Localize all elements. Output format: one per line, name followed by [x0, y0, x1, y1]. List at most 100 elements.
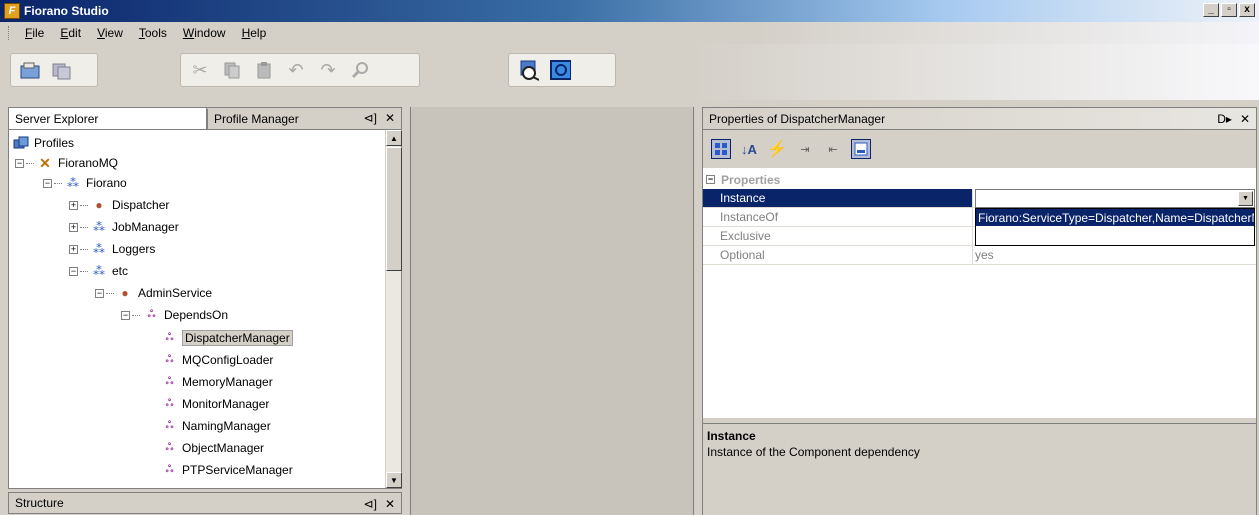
collapse-icon[interactable]: − [69, 266, 78, 276]
tree-label: PTPServiceManager [182, 463, 293, 477]
tree-scrollbar[interactable]: ▲ ▼ [385, 130, 402, 488]
toolbar-group-edit: ✂ ↶ ↷ [180, 53, 420, 87]
dropdown-option[interactable]: Fiorano:ServiceType=Dispatcher,Name=Disp… [976, 209, 1254, 226]
collapse-icon[interactable]: − [43, 178, 52, 188]
menu-help[interactable]: Help [234, 26, 275, 40]
tree-label: MemoryManager [182, 375, 273, 389]
property-name: Instance [703, 189, 973, 208]
pin-icon[interactable]: ⊲] [364, 497, 377, 511]
minimize-button[interactable]: _ [1203, 3, 1219, 17]
property-row-optional[interactable]: Optional yes [703, 246, 1256, 265]
menu-tools[interactable]: Tools [131, 26, 175, 40]
tree-label: AdminService [138, 286, 213, 300]
paste-icon[interactable] [253, 59, 275, 81]
copy-icon[interactable] [221, 59, 243, 81]
dependency-icon: ஃ [165, 354, 174, 365]
scroll-thumb[interactable] [386, 147, 402, 271]
explorer-panel: Server Explorer Profile Manager ⊲] ✕ Pro… [8, 107, 402, 489]
collapse-icon[interactable]: − [15, 158, 24, 168]
tree-node-etc[interactable]: − ⁂ etc [69, 262, 128, 280]
property-name: Exclusive [703, 227, 973, 246]
server-x-icon: ✕ [39, 154, 51, 171]
tree-label: DispatcherManager [182, 330, 293, 346]
categorized-icon[interactable] [711, 139, 731, 159]
find-icon[interactable] [349, 59, 371, 81]
pin-icon[interactable]: ⊲] [364, 111, 377, 125]
dependency-icon: ஃ [165, 376, 174, 387]
tree-label: Loggers [112, 242, 156, 256]
tree-node-profiles[interactable]: Profiles [13, 134, 74, 152]
category-row[interactable]: − Properties [703, 170, 1256, 189]
tree-node-namingmanager[interactable]: ஃ NamingManager [161, 417, 271, 435]
tree-label: FioranoMQ [58, 156, 119, 170]
collapse-icon[interactable]: − [706, 175, 715, 184]
dropdown-option[interactable] [976, 226, 1254, 243]
expand-icon[interactable]: + [69, 222, 78, 232]
dock-icon[interactable]: D▸ [1217, 112, 1232, 126]
tree-node-objectmanager[interactable]: ஃ ObjectManager [161, 439, 264, 457]
tree-node-adminservice[interactable]: − ● AdminService [95, 284, 212, 302]
properties-toolbar: ↓A ⚡ ⇥ ⇤ [707, 134, 871, 164]
tab-server-explorer[interactable]: Server Explorer [9, 108, 207, 129]
redo-icon[interactable]: ↷ [317, 59, 339, 81]
tree-node-ptpservicemanager[interactable]: ஃ PTPServiceManager [161, 461, 293, 479]
tree-node-mqconfigloader[interactable]: ஃ MQConfigLoader [161, 351, 274, 369]
expand-icon[interactable]: + [69, 244, 78, 254]
cluster-icon: ⁂ [93, 220, 105, 234]
cut-icon[interactable]: ✂ [189, 59, 211, 81]
collapse-icon[interactable]: − [95, 288, 104, 298]
menu-window[interactable]: Window [175, 26, 234, 40]
dependency-icon: ஃ [165, 442, 174, 453]
profiles-icon [13, 135, 29, 151]
tree-node-jobmanager[interactable]: + ⁂ JobManager [69, 218, 179, 236]
menu-file[interactable]: File [17, 26, 52, 40]
close-icon[interactable]: ✕ [1240, 112, 1250, 126]
close-icon[interactable]: ✕ [385, 111, 395, 125]
connect-icon[interactable] [517, 59, 539, 81]
lightning-icon[interactable]: ⚡ [767, 139, 787, 159]
title-bar: F Fiorano Studio _ ▫ x [0, 0, 1259, 22]
tree-node-fioranomq[interactable]: − ✕ FioranoMQ [15, 154, 118, 172]
window-title: Fiorano Studio [24, 4, 109, 18]
cluster-icon: ⁂ [93, 242, 105, 256]
instance-dropdown[interactable]: ▼ [975, 189, 1255, 208]
open-icon[interactable] [19, 59, 41, 81]
description-icon[interactable] [851, 139, 871, 159]
scroll-up-icon[interactable]: ▲ [386, 130, 402, 146]
expand-all-icon[interactable]: ⇥ [795, 139, 815, 159]
collapse-icon[interactable]: − [121, 310, 130, 320]
server-icon[interactable] [549, 59, 571, 81]
save-all-icon[interactable] [51, 59, 73, 81]
tree-node-loggers[interactable]: + ⁂ Loggers [69, 240, 155, 258]
tree-node-dependson[interactable]: − ஃ DependsOn [121, 306, 228, 324]
property-name: InstanceOf [703, 208, 973, 227]
structure-title: Structure [15, 496, 64, 510]
structure-panel-header[interactable]: Structure ⊲] ✕ [8, 492, 402, 514]
undo-icon[interactable]: ↶ [285, 59, 307, 81]
tree-label: Dispatcher [112, 198, 170, 212]
scroll-down-icon[interactable]: ▼ [386, 472, 402, 488]
chevron-down-icon[interactable]: ▼ [1238, 191, 1253, 206]
tab-profile-manager[interactable]: Profile Manager [207, 108, 327, 129]
properties-header: Properties of DispatcherManager D▸ ✕ [703, 108, 1256, 130]
menu-edit[interactable]: Edit [52, 26, 89, 40]
menu-view[interactable]: View [89, 26, 131, 40]
tab-server-explorer-label: Server Explorer [15, 111, 99, 126]
sort-alpha-icon[interactable]: ↓A [739, 139, 759, 159]
close-button[interactable]: x [1239, 3, 1255, 17]
close-icon[interactable]: ✕ [385, 497, 395, 511]
property-value: yes [973, 246, 1256, 265]
instance-dropdown-list: Fiorano:ServiceType=Dispatcher,Name=Disp… [975, 208, 1255, 246]
dependency-icon: ஃ [165, 332, 174, 343]
tree-node-fiorano[interactable]: − ⁂ Fiorano [43, 174, 127, 192]
collapse-all-icon[interactable]: ⇤ [823, 139, 843, 159]
restore-button[interactable]: ▫ [1221, 3, 1237, 17]
tree-node-dispatcher[interactable]: + ● Dispatcher [69, 196, 169, 214]
tree-node-monitormanager[interactable]: ஃ MonitorManager [161, 395, 270, 413]
tree-label: DependsOn [164, 308, 229, 322]
expand-icon[interactable]: + [69, 200, 78, 210]
property-name: Optional [703, 246, 973, 265]
tree-node-dispatchermanager[interactable]: ஃ DispatcherManager [161, 329, 293, 347]
tree-node-memorymanager[interactable]: ஃ MemoryManager [161, 373, 273, 391]
dependency-icon: ஃ [165, 398, 174, 409]
